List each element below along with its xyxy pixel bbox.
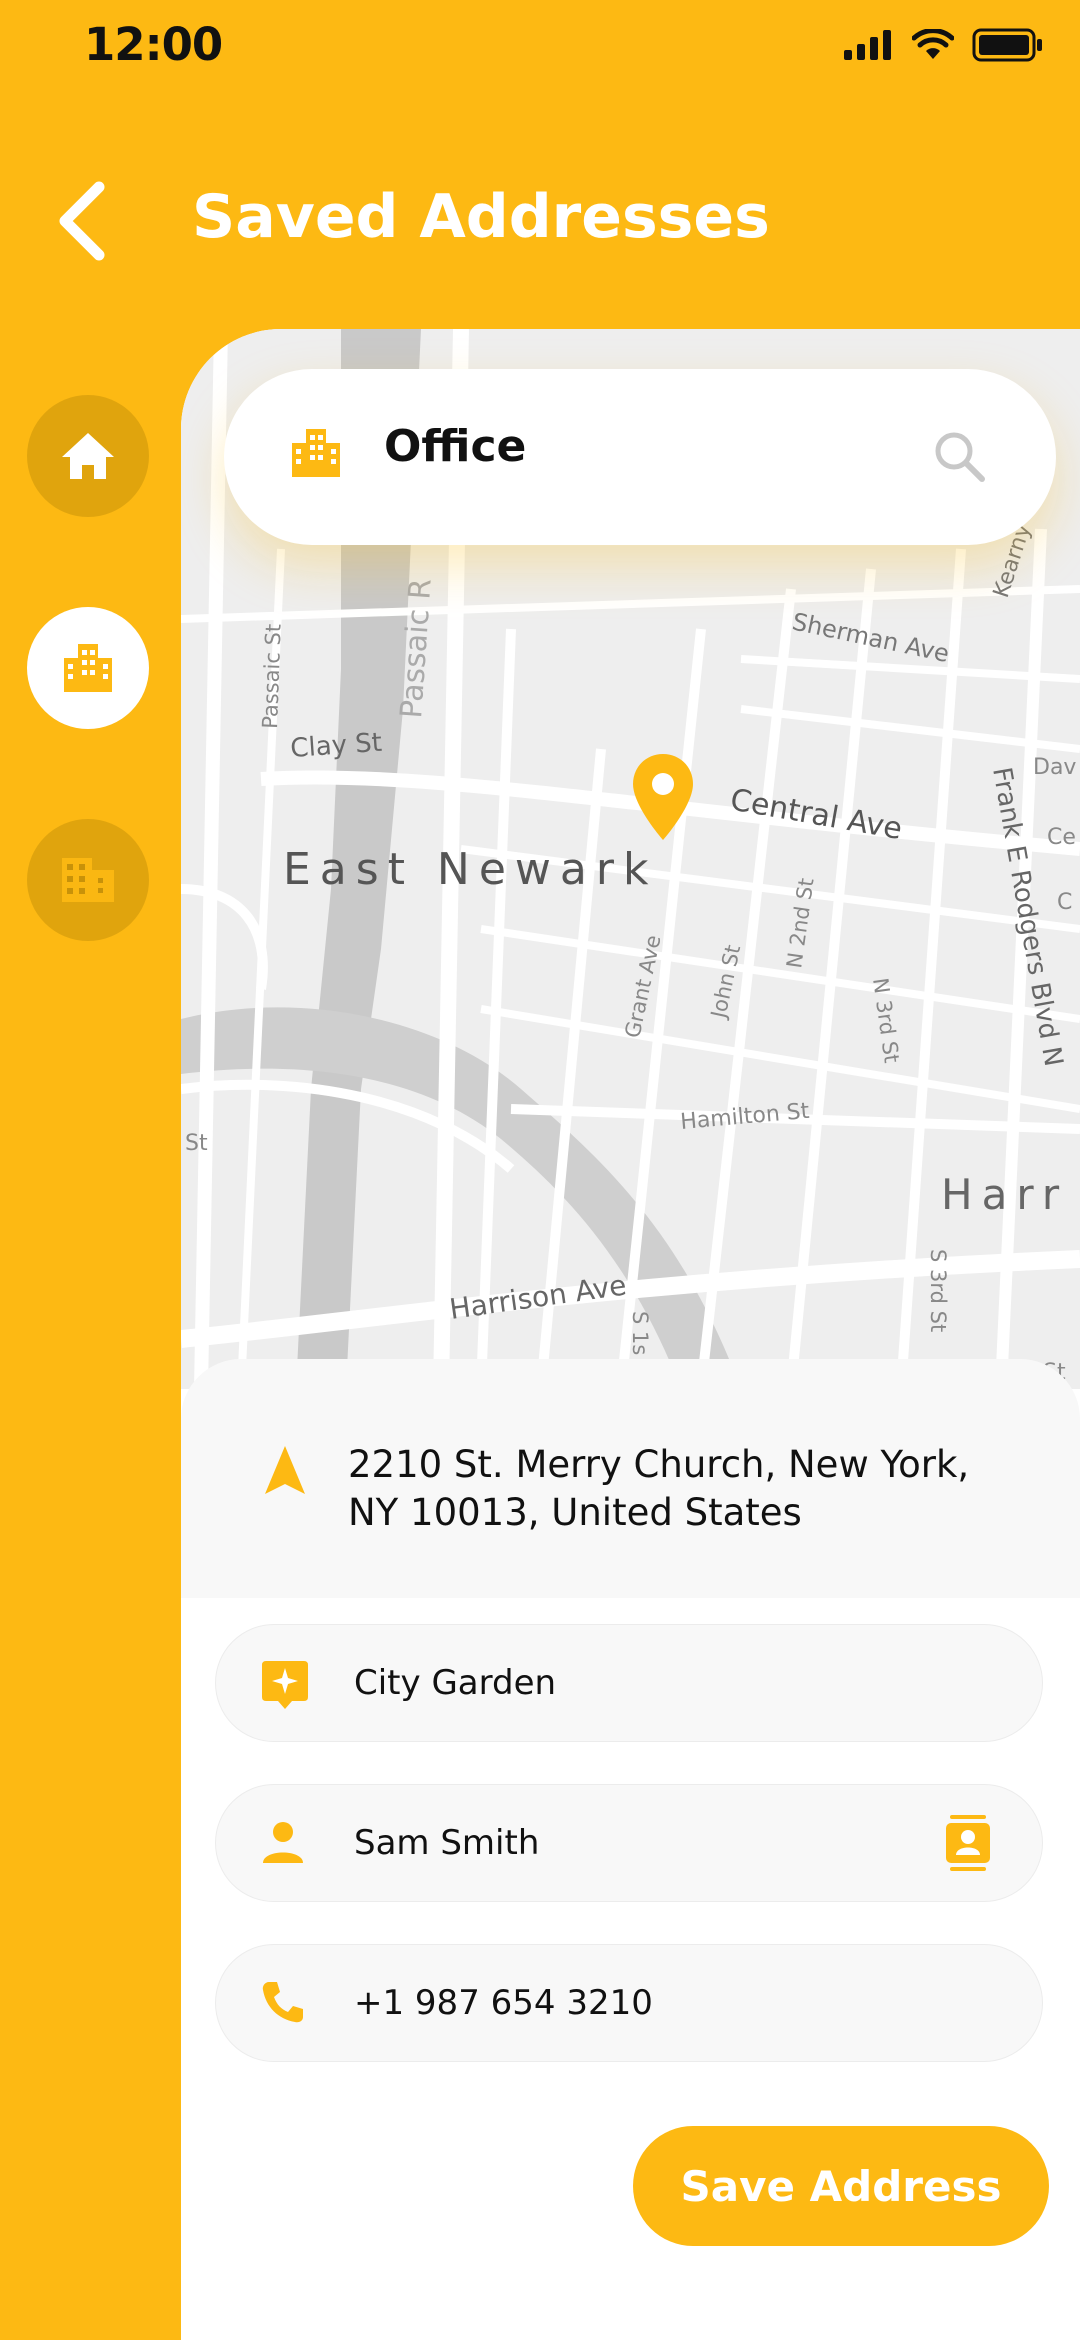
office-building-icon bbox=[292, 429, 340, 477]
map-label-harr: Harr bbox=[941, 1170, 1068, 1219]
phone-icon bbox=[262, 1982, 303, 2023]
home-icon bbox=[62, 433, 114, 479]
map-label-st-left: St bbox=[185, 1131, 208, 1156]
map-label-dav: Dav bbox=[1033, 755, 1076, 780]
place-name-field[interactable] bbox=[215, 1624, 1043, 1742]
chevron-left-icon bbox=[59, 181, 105, 261]
map-label-ce: Ce bbox=[1047, 825, 1076, 850]
rail-apartment-button[interactable] bbox=[27, 819, 149, 941]
contacts-book-icon[interactable] bbox=[944, 1815, 992, 1871]
address-summary: 2210 St. Merry Church, New York, NY 1001… bbox=[181, 1359, 1080, 1598]
page-title: Saved Addresses bbox=[192, 182, 770, 252]
map-label-s-1st: S 1s bbox=[628, 1311, 652, 1355]
map-view[interactable]: Clay St Passaic St Passaic R Sherman Ave… bbox=[181, 329, 1080, 1389]
phone-field[interactable] bbox=[215, 1944, 1043, 2062]
address-text: 2210 St. Merry Church, New York, NY 1001… bbox=[348, 1441, 1028, 1537]
search-icon[interactable] bbox=[932, 429, 986, 483]
map-label-c: C bbox=[1057, 890, 1072, 915]
map-label-s-3rd-st: S 3rd St bbox=[926, 1249, 950, 1332]
address-line-1: 2210 St. Merry Church, New York, bbox=[348, 1443, 970, 1486]
main-panel: Clay St Passaic St Passaic R Sherman Ave… bbox=[181, 329, 1080, 2340]
status-bar: 12:00 bbox=[0, 0, 1080, 90]
rail-home-button[interactable] bbox=[27, 395, 149, 517]
status-icons bbox=[844, 28, 1044, 62]
phone-input[interactable] bbox=[354, 1969, 914, 2037]
rail-office-button[interactable] bbox=[27, 607, 149, 729]
save-address-button[interactable]: Save Address bbox=[633, 2126, 1049, 2246]
map-label-east-newark: East Newark bbox=[283, 844, 657, 895]
status-time: 12:00 bbox=[84, 18, 223, 71]
place-sparkle-icon bbox=[262, 1661, 308, 1709]
cellular-signal-icon bbox=[844, 30, 891, 60]
header: Saved Addresses bbox=[0, 150, 1080, 290]
contact-name-field[interactable] bbox=[215, 1784, 1043, 1902]
navigation-arrow-icon bbox=[265, 1446, 305, 1494]
contact-name-input[interactable] bbox=[354, 1809, 914, 1877]
location-label: Office bbox=[384, 421, 527, 472]
person-icon bbox=[263, 1822, 303, 1863]
map-label-passaic-st: Passaic St bbox=[258, 623, 286, 729]
location-search-card[interactable]: Office bbox=[224, 369, 1056, 545]
office-building-icon bbox=[64, 644, 112, 692]
address-line-2: NY 10013, United States bbox=[348, 1491, 802, 1534]
place-name-input[interactable] bbox=[354, 1649, 914, 1717]
wifi-icon bbox=[912, 29, 954, 59]
map-label-clay-st: Clay St bbox=[289, 728, 383, 764]
apartment-building-icon bbox=[62, 858, 114, 902]
back-button[interactable] bbox=[42, 178, 122, 264]
battery-icon bbox=[972, 28, 1042, 62]
